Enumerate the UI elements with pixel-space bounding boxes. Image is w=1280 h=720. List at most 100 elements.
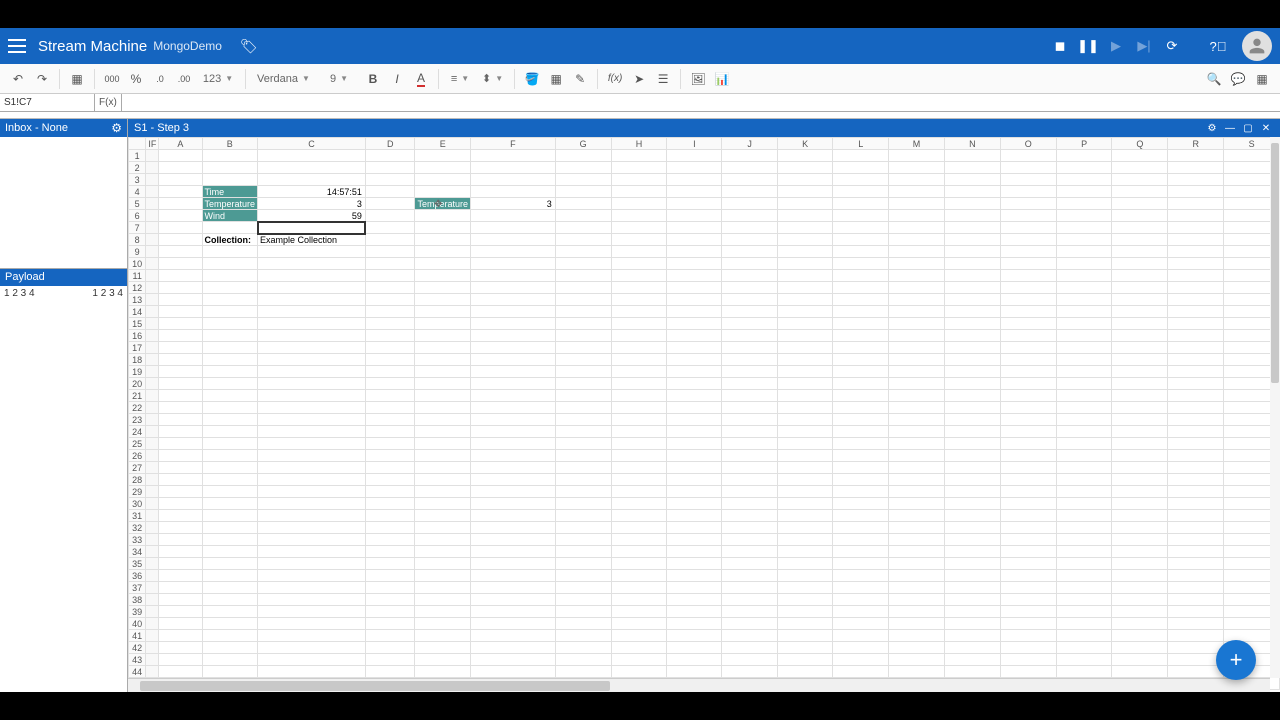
cell[interactable] (1000, 222, 1056, 234)
cell[interactable] (146, 594, 159, 606)
cell[interactable] (365, 354, 415, 366)
column-header[interactable]: H (611, 138, 667, 150)
cell[interactable] (159, 294, 202, 306)
cell[interactable] (1056, 414, 1112, 426)
cell[interactable] (1000, 486, 1056, 498)
h-align-dropdown[interactable]: ≡▼ (446, 68, 474, 90)
cell[interactable] (1000, 510, 1056, 522)
cell[interactable] (611, 306, 667, 318)
cell[interactable] (722, 594, 777, 606)
column-header[interactable]: C (258, 138, 366, 150)
cell[interactable] (159, 630, 202, 642)
cell[interactable] (365, 426, 415, 438)
cell[interactable] (945, 306, 1001, 318)
cell[interactable] (146, 522, 159, 534)
cell[interactable] (777, 534, 833, 546)
cell[interactable] (1056, 150, 1112, 162)
column-header[interactable]: D (365, 138, 415, 150)
cell[interactable] (722, 534, 777, 546)
cell[interactable] (1000, 366, 1056, 378)
cell[interactable] (415, 342, 471, 354)
cell[interactable] (1112, 558, 1168, 570)
cell[interactable] (777, 294, 833, 306)
cell[interactable] (159, 354, 202, 366)
cell[interactable] (258, 642, 366, 654)
cell[interactable] (1168, 594, 1224, 606)
cell[interactable] (1112, 486, 1168, 498)
column-header[interactable]: IF (146, 138, 159, 150)
cell[interactable] (159, 594, 202, 606)
cell[interactable] (1112, 366, 1168, 378)
cell[interactable] (1056, 402, 1112, 414)
row-header[interactable]: 22 (129, 402, 146, 414)
cell[interactable] (611, 474, 667, 486)
cell[interactable] (833, 294, 888, 306)
cell[interactable] (1168, 354, 1224, 366)
cell[interactable] (555, 258, 611, 270)
row-header[interactable]: 36 (129, 570, 146, 582)
cell[interactable] (258, 174, 366, 186)
cell[interactable] (1112, 294, 1168, 306)
cell[interactable] (888, 390, 944, 402)
column-header[interactable]: K (777, 138, 833, 150)
cell[interactable] (415, 150, 471, 162)
cell[interactable] (415, 174, 471, 186)
cell[interactable] (1056, 198, 1112, 210)
row-header[interactable]: 7 (129, 222, 146, 234)
cell[interactable] (159, 546, 202, 558)
cell[interactable] (1000, 210, 1056, 222)
cell[interactable] (611, 462, 667, 474)
cell[interactable] (415, 642, 471, 654)
cell[interactable] (1056, 630, 1112, 642)
cell[interactable] (945, 630, 1001, 642)
cell[interactable] (202, 582, 258, 594)
cell[interactable] (146, 234, 159, 246)
cell[interactable] (1056, 582, 1112, 594)
cell[interactable] (1056, 318, 1112, 330)
cell[interactable] (945, 318, 1001, 330)
cell[interactable]: 3 (470, 198, 555, 210)
cell[interactable] (722, 306, 777, 318)
column-header[interactable]: P (1056, 138, 1112, 150)
cell[interactable] (202, 150, 258, 162)
cell[interactable] (555, 234, 611, 246)
cell[interactable] (1056, 282, 1112, 294)
row-header[interactable]: 34 (129, 546, 146, 558)
cell[interactable] (722, 258, 777, 270)
cell[interactable] (945, 426, 1001, 438)
cell[interactable] (258, 258, 366, 270)
cell[interactable] (146, 486, 159, 498)
cell[interactable] (611, 666, 667, 678)
column-header[interactable]: G (555, 138, 611, 150)
cell[interactable] (722, 270, 777, 282)
cell[interactable] (1168, 486, 1224, 498)
cell[interactable] (888, 558, 944, 570)
cell[interactable] (365, 462, 415, 474)
cell[interactable] (611, 486, 667, 498)
cell[interactable] (945, 390, 1001, 402)
cell[interactable] (611, 150, 667, 162)
cell[interactable] (1112, 642, 1168, 654)
image-button[interactable]: 🖼 (687, 68, 709, 90)
font-size-dropdown[interactable]: 9▼ (319, 68, 359, 90)
row-header[interactable]: 31 (129, 510, 146, 522)
cell[interactable] (1112, 438, 1168, 450)
cell[interactable] (945, 270, 1001, 282)
cell[interactable] (365, 330, 415, 342)
cell[interactable] (1112, 630, 1168, 642)
cell[interactable] (202, 258, 258, 270)
cell[interactable] (202, 366, 258, 378)
cell[interactable] (833, 618, 888, 630)
cell[interactable] (667, 342, 722, 354)
cell[interactable] (415, 438, 471, 450)
cell[interactable] (833, 318, 888, 330)
percent-format-button[interactable]: % (125, 68, 147, 90)
cell[interactable] (888, 666, 944, 678)
cell[interactable] (945, 258, 1001, 270)
cell[interactable] (722, 198, 777, 210)
cell[interactable] (365, 510, 415, 522)
cell[interactable] (777, 222, 833, 234)
cell[interactable] (888, 378, 944, 390)
cell[interactable] (667, 378, 722, 390)
cell[interactable] (1168, 186, 1224, 198)
